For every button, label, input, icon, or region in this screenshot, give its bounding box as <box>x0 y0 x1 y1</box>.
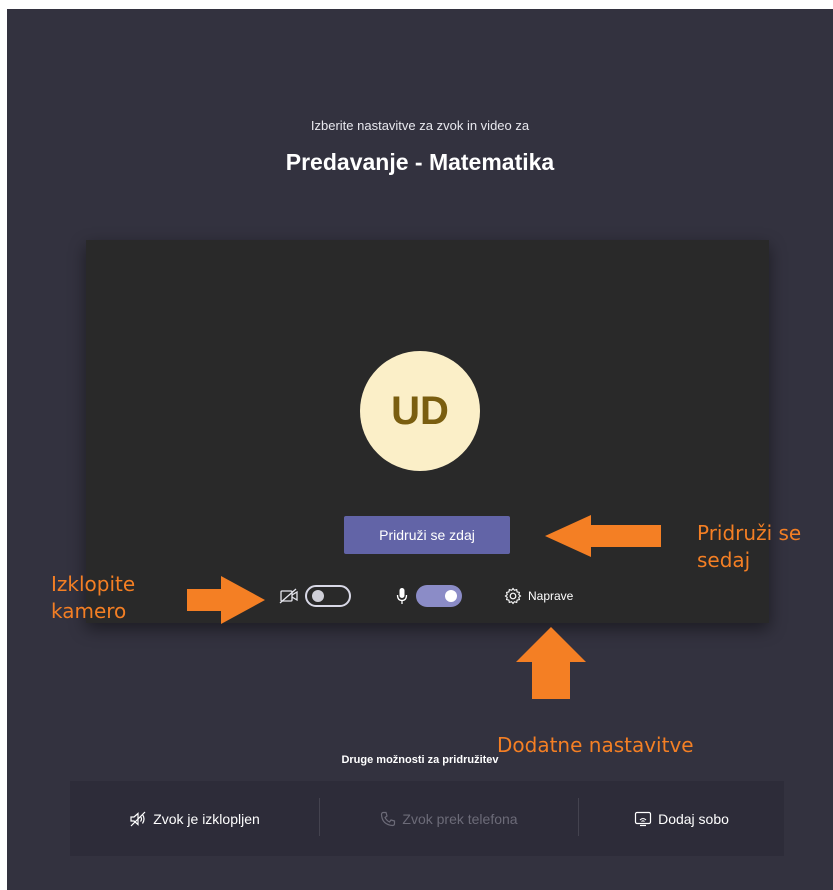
speaker-off-icon <box>129 810 147 828</box>
prejoin-subtitle: Izberite nastavitve za zvok in video za <box>310 118 530 133</box>
camera-control <box>279 585 351 607</box>
other-join-options-title: Druge možnosti za pridružitev <box>341 754 499 766</box>
gear-icon <box>504 587 522 605</box>
audio-off-option[interactable]: Zvok je izklopljen <box>70 781 319 856</box>
meeting-title: Predavanje - Matematika <box>285 149 555 175</box>
avatar: UD <box>360 351 480 471</box>
microphone-toggle-knob <box>445 590 457 602</box>
camera-annotation: Izklopite kamero <box>51 571 135 625</box>
other-join-options: Zvok je izklopljen Zvok prek telefona Do… <box>70 781 784 856</box>
add-room-label: Dodaj sobo <box>658 810 729 827</box>
join-now-button[interactable]: Pridruži se zdaj <box>344 516 510 554</box>
microphone-icon <box>396 587 408 605</box>
camera-toggle[interactable] <box>305 585 351 607</box>
join-annotation: Pridruži se sedaj <box>697 520 801 574</box>
join-annotation-line-1: Pridruži se <box>697 521 802 545</box>
join-annotation-line-2: sedaj <box>697 548 751 572</box>
devices-button[interactable]: Naprave <box>504 587 573 605</box>
video-preview: UD Pridruži se zdaj Naprave <box>86 240 769 623</box>
devices-label: Naprave <box>528 589 574 603</box>
left-arrow-annotation <box>545 515 661 562</box>
add-room-option[interactable]: Dodaj sobo <box>579 781 784 856</box>
phone-audio-option[interactable]: Zvok prek telefona <box>320 781 578 856</box>
camera-annotation-line-2: kamero <box>51 599 127 623</box>
audio-off-label: Zvok je izklopljen <box>153 810 260 827</box>
microphone-toggle[interactable] <box>416 585 462 607</box>
camera-toggle-knob <box>312 590 324 602</box>
phone-audio-label: Zvok prek telefona <box>402 810 518 827</box>
camera-off-icon <box>279 588 299 604</box>
camera-annotation-line-1: Izklopite <box>51 572 136 596</box>
meeting-prejoin-screen: Izberite nastavitve za zvok in video za … <box>7 9 833 890</box>
phone-icon <box>380 811 396 827</box>
settings-annotation: Dodatne nastavitve <box>497 733 694 757</box>
right-arrow-annotation <box>187 576 265 629</box>
microphone-control <box>396 585 462 607</box>
cast-room-icon <box>634 811 652 827</box>
up-arrow-annotation <box>516 627 586 704</box>
